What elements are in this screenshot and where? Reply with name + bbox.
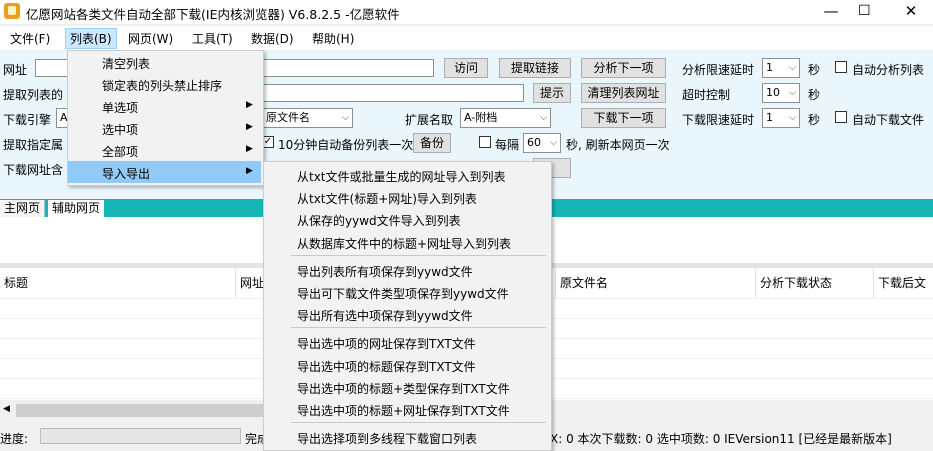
clear-list-url-button[interactable]: 清理列表网址 (581, 83, 666, 103)
app-icon (4, 3, 20, 19)
menu-separator (291, 254, 546, 256)
menu-separator (291, 422, 546, 424)
chevron-down-icon: ⌵ (550, 138, 557, 148)
list-menu-item[interactable]: 单选项 ▶ (68, 95, 261, 117)
list-menu-item[interactable]: 导入导出 ▶ (68, 161, 261, 183)
submenu-item[interactable]: 导出选中项的网址保存到TXT文件 (297, 335, 476, 352)
download-next-button[interactable]: 下载下一项 (581, 108, 666, 128)
filename-value: 原文件名 (266, 111, 310, 124)
submenu-item[interactable]: 从保存的yywd文件导入到列表 (297, 212, 461, 229)
column-header-title[interactable]: 标题 (0, 268, 236, 298)
refresh-interval-value: 60 (527, 136, 541, 149)
ext-value: A-附档 (464, 111, 498, 124)
ext-label: 扩展名取 (405, 113, 454, 127)
submenu-arrow-icon: ▶ (246, 122, 253, 132)
seconds-label: 秒 (808, 63, 821, 77)
list-menu-item-label: 全部项 (102, 145, 139, 159)
tab-main[interactable]: 主网页 (0, 200, 46, 217)
column-header-filename[interactable]: 原文件名 (556, 268, 756, 298)
column-header-status[interactable]: 分析下载状态 (756, 268, 874, 298)
submenu-items: 从txt文件或批量生成的网址导入到列表 从txt文件(标题+网址)导入到列表 从保存… (263, 161, 550, 449)
submenu-item[interactable]: 导出选中项的标题保存到TXT文件 (297, 358, 476, 375)
checkmark-icon: ✓ (263, 136, 273, 147)
menu-file[interactable]: 文件(F) (10, 30, 50, 47)
extract-list-input[interactable] (262, 84, 524, 102)
filename-select[interactable]: 原文件名 ⌵ (262, 108, 353, 128)
progress-label: 进度: (0, 432, 29, 446)
submenu-item[interactable]: 从txt文件(标题+网址)导入到列表 (297, 190, 477, 207)
download-delay-select[interactable]: 1 ⌵ (762, 108, 800, 128)
chevron-down-icon: ⌵ (540, 113, 547, 123)
maximize-button[interactable]: ☐ (858, 3, 871, 19)
refresh-checkbox[interactable] (479, 136, 491, 148)
scroll-left-icon[interactable]: ◀ (3, 404, 10, 414)
menu-list[interactable]: 列表(B) (65, 28, 117, 49)
autobackup-label: 10分钟自动备份列表一次 (278, 138, 414, 152)
submenu-item[interactable]: 从数据库文件中的标题+网址导入到列表 (297, 235, 511, 252)
ext-select[interactable]: A-附档 ⌵ (460, 108, 551, 128)
list-menu-item-label: 单选项 (102, 101, 139, 115)
progress-bar (40, 428, 241, 444)
analyze-delay-select[interactable]: 1 ⌵ (762, 58, 800, 78)
auto-analyze-label: 自动分析列表 (852, 63, 925, 77)
submenu-arrow-icon: ▶ (246, 166, 253, 176)
window-title: 亿愿网站各类文件自动全部下载(IE内核浏览器) V6.8.2.5 -亿愿软件 (26, 7, 400, 22)
auto-analyze-checkbox[interactable] (835, 61, 847, 73)
download-delay-value: 1 (766, 111, 773, 124)
submenu-item[interactable]: 导出列表所有项保存到yywd文件 (297, 263, 473, 280)
download-url-label: 下载网址含 (3, 163, 64, 177)
timeout-label: 超时控制 (682, 88, 731, 102)
list-menu-item[interactable]: 锁定表的列头禁止排序 (68, 73, 261, 95)
status-counts: X: 0 本次下载数: 0 选中项数: 0 IEVersion11 [已经是最新… (550, 432, 892, 446)
submenu-item[interactable]: 导出选中项的标题+网址保存到TXT文件 (297, 402, 510, 419)
every-label: 每隔 (495, 138, 520, 152)
list-menu-item[interactable]: 选中项 ▶ (68, 117, 261, 139)
menu-tools[interactable]: 工具(T) (192, 30, 233, 47)
chevron-down-icon: ⌵ (789, 113, 796, 123)
chevron-down-icon: ⌵ (789, 63, 796, 73)
tab-aux[interactable]: 辅助网页 (48, 200, 105, 217)
download-delay-label: 下载限速延时 (682, 113, 755, 127)
chevron-down-icon: ⌵ (342, 113, 349, 123)
backup-button[interactable]: 备份 (413, 133, 451, 153)
auto-download-checkbox[interactable] (835, 111, 847, 123)
menu-help[interactable]: 帮助(H) (312, 30, 354, 47)
submenu-item[interactable]: 导出可下载文件类型项保存到yywd文件 (297, 285, 509, 302)
timeout-value: 10 (766, 86, 780, 99)
chevron-down-icon: ⌵ (789, 88, 796, 98)
list-menu-item-label: 导入导出 (102, 167, 151, 181)
refresh-interval-select[interactable]: 60 ⌵ (523, 133, 561, 153)
refresh-label: 秒, 刷新本网页一次 (566, 138, 670, 152)
menu-webpage[interactable]: 网页(W) (128, 30, 173, 47)
seconds-label: 秒 (808, 113, 821, 127)
extract-list-label: 提取列表的 (3, 88, 64, 102)
list-menu-item-label: 选中项 (102, 123, 139, 137)
submenu-arrow-icon: ▶ (246, 144, 253, 154)
submenu-item[interactable]: 导出选择项到多线程下载窗口列表 (297, 430, 477, 447)
analyze-next-button[interactable]: 分析下一项 (581, 58, 666, 78)
extract-attr-label: 提取指定属 (3, 138, 64, 152)
extract-link-button[interactable]: 提取链接 (499, 58, 571, 78)
menu-separator (291, 327, 546, 329)
list-menu-item[interactable]: 清空列表 (68, 51, 261, 73)
engine-label: 下载引擎 (3, 113, 52, 127)
seconds-label: 秒 (808, 88, 821, 102)
hint-button[interactable]: 提示 (533, 83, 571, 103)
column-header-after-download[interactable]: 下载后文 (874, 268, 933, 298)
list-menu-item[interactable]: 全部项 ▶ (68, 139, 261, 161)
analyze-delay-value: 1 (766, 61, 773, 74)
auto-download-label: 自动下载文件 (852, 113, 925, 127)
submenu-item[interactable]: 导出所有选中项保存到yywd文件 (297, 307, 473, 324)
analyze-delay-label: 分析限速延时 (682, 63, 755, 77)
list-menu-item-label: 锁定表的列头禁止排序 (102, 79, 223, 93)
submenu-arrow-icon: ▶ (246, 100, 253, 110)
timeout-select[interactable]: 10 ⌵ (762, 83, 800, 103)
url-label: 网址 (3, 63, 28, 77)
close-button[interactable]: ✕ (888, 0, 933, 24)
visit-button[interactable]: 访问 (444, 58, 488, 78)
menu-data[interactable]: 数据(D) (251, 30, 294, 47)
list-menu-item-label: 清空列表 (102, 57, 151, 71)
submenu-item[interactable]: 导出选中项的标题+类型保存到TXT文件 (297, 380, 510, 397)
submenu-item[interactable]: 从txt文件或批量生成的网址导入到列表 (297, 168, 506, 185)
